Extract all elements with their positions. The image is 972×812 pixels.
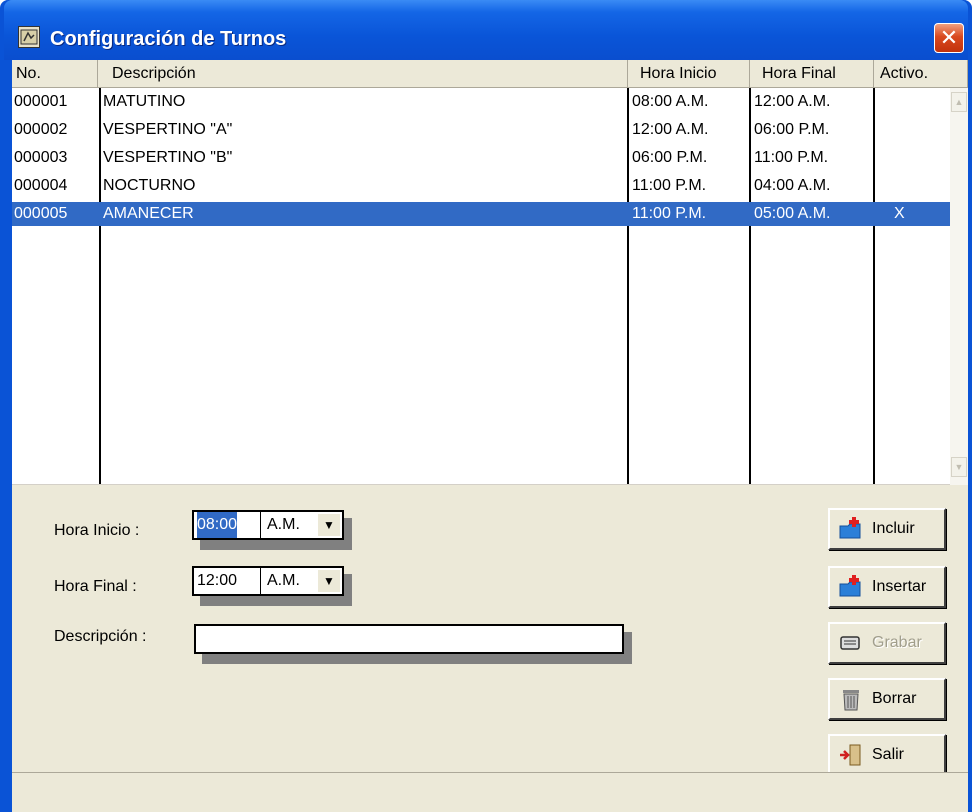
cell-descripcion: NOCTURNO <box>103 177 196 194</box>
cell-descripcion: MATUTINO <box>103 93 186 110</box>
cell-no: 000004 <box>14 177 68 194</box>
trash-icon <box>843 690 859 711</box>
hora-final-label: Hora Final : <box>54 578 137 595</box>
save-disk-icon <box>840 636 860 650</box>
grabar-button[interactable]: Grabar <box>828 622 946 664</box>
cell-hora-inicio: 11:00 P.M. <box>632 205 707 222</box>
cell-hora-inicio: 08:00 A.M. <box>632 93 709 110</box>
scroll-up-arrow-icon[interactable]: ▲ <box>951 92 967 112</box>
hora-inicio-ampm[interactable]: A.M. <box>260 512 300 538</box>
column-header-no[interactable]: No. <box>12 60 98 88</box>
app-icon <box>18 26 40 48</box>
chevron-down-icon[interactable]: ▼ <box>318 570 340 592</box>
cell-no: 000003 <box>14 149 68 166</box>
borrar-button[interactable]: Borrar <box>828 678 946 720</box>
column-header-descripcion[interactable]: Descripción <box>98 60 628 88</box>
cell-hora-final: 05:00 A.M. <box>754 205 831 222</box>
table-row[interactable]: 000003 VESPERTINO "B" 06:00 P.M. 11:00 P… <box>12 146 952 170</box>
client-area: No. Descripción Hora Inicio Hora Final A… <box>12 60 968 812</box>
app-window: Configuración de Turnos ✕ No. Descripció… <box>0 0 972 812</box>
cell-descripcion: VESPERTINO "A" <box>103 121 233 138</box>
table-row-selected[interactable]: 000005 AMANECER 11:00 P.M. 05:00 A.M. X <box>12 202 952 226</box>
cell-hora-final: 04:00 A.M. <box>754 177 831 194</box>
salir-label: Salir <box>872 746 905 763</box>
descripcion-input[interactable] <box>194 624 624 654</box>
cell-no: 000002 <box>14 121 68 138</box>
chevron-down-icon[interactable]: ▼ <box>318 514 340 536</box>
cell-hora-final: 06:00 P.M. <box>754 121 830 138</box>
hora-final-picker[interactable]: 12:00 A.M. ▼ <box>192 566 344 596</box>
cell-descripcion: VESPERTINO "B" <box>103 149 233 166</box>
incluir-button[interactable]: Incluir <box>828 508 946 550</box>
grid-header: No. Descripción Hora Inicio Hora Final A… <box>12 60 968 88</box>
scroll-down-arrow-icon[interactable]: ▼ <box>951 457 967 477</box>
table-row[interactable]: 000002 VESPERTINO "A" 12:00 A.M. 06:00 P… <box>12 118 952 142</box>
hora-inicio-time[interactable]: 08:00 <box>197 512 238 538</box>
column-header-activo[interactable]: Activo. <box>874 60 968 88</box>
table-row[interactable]: 000001 MATUTINO 08:00 A.M. 12:00 A.M. <box>12 90 952 114</box>
hora-final-time[interactable]: 12:00 <box>197 568 237 594</box>
salir-button[interactable]: Salir <box>828 734 946 776</box>
close-button[interactable]: ✕ <box>934 23 964 53</box>
exit-door-icon <box>840 744 861 766</box>
title-bar[interactable]: Configuración de Turnos ✕ <box>4 0 968 60</box>
cell-hora-inicio: 11:00 P.M. <box>632 177 707 194</box>
insertar-button[interactable]: Insertar <box>828 566 946 608</box>
insertar-label: Insertar <box>872 578 927 595</box>
cell-hora-inicio: 06:00 P.M. <box>632 149 708 166</box>
folder-add-icon <box>839 517 861 539</box>
borrar-label: Borrar <box>872 690 917 707</box>
cell-hora-inicio: 12:00 A.M. <box>632 121 709 138</box>
window-title: Configuración de Turnos <box>50 28 287 50</box>
cell-descripcion: AMANECER <box>103 205 194 222</box>
cell-no: 000001 <box>14 93 68 110</box>
cell-hora-final: 12:00 A.M. <box>754 93 831 110</box>
hora-final-ampm[interactable]: A.M. <box>260 568 300 594</box>
table-row[interactable]: 000004 NOCTURNO 11:00 P.M. 04:00 A.M. <box>12 174 952 198</box>
shifts-grid[interactable]: No. Descripción Hora Inicio Hora Final A… <box>12 60 968 485</box>
descripcion-label: Descripción : <box>54 628 147 645</box>
hora-inicio-label: Hora Inicio : <box>54 522 140 539</box>
folder-add-icon <box>839 575 861 597</box>
cell-hora-final: 11:00 P.M. <box>754 149 829 166</box>
cell-no: 000005 <box>14 205 68 222</box>
incluir-label: Incluir <box>872 520 915 537</box>
grabar-label: Grabar <box>872 634 922 651</box>
column-header-hora-final[interactable]: Hora Final <box>750 60 874 88</box>
status-bar <box>12 772 968 812</box>
vertical-scrollbar[interactable]: ▲ ▼ <box>950 88 968 485</box>
hora-inicio-picker[interactable]: 08:00 A.M. ▼ <box>192 510 344 540</box>
column-header-hora-inicio[interactable]: Hora Inicio <box>628 60 750 88</box>
cell-activo: X <box>894 205 905 222</box>
divider <box>12 484 950 485</box>
